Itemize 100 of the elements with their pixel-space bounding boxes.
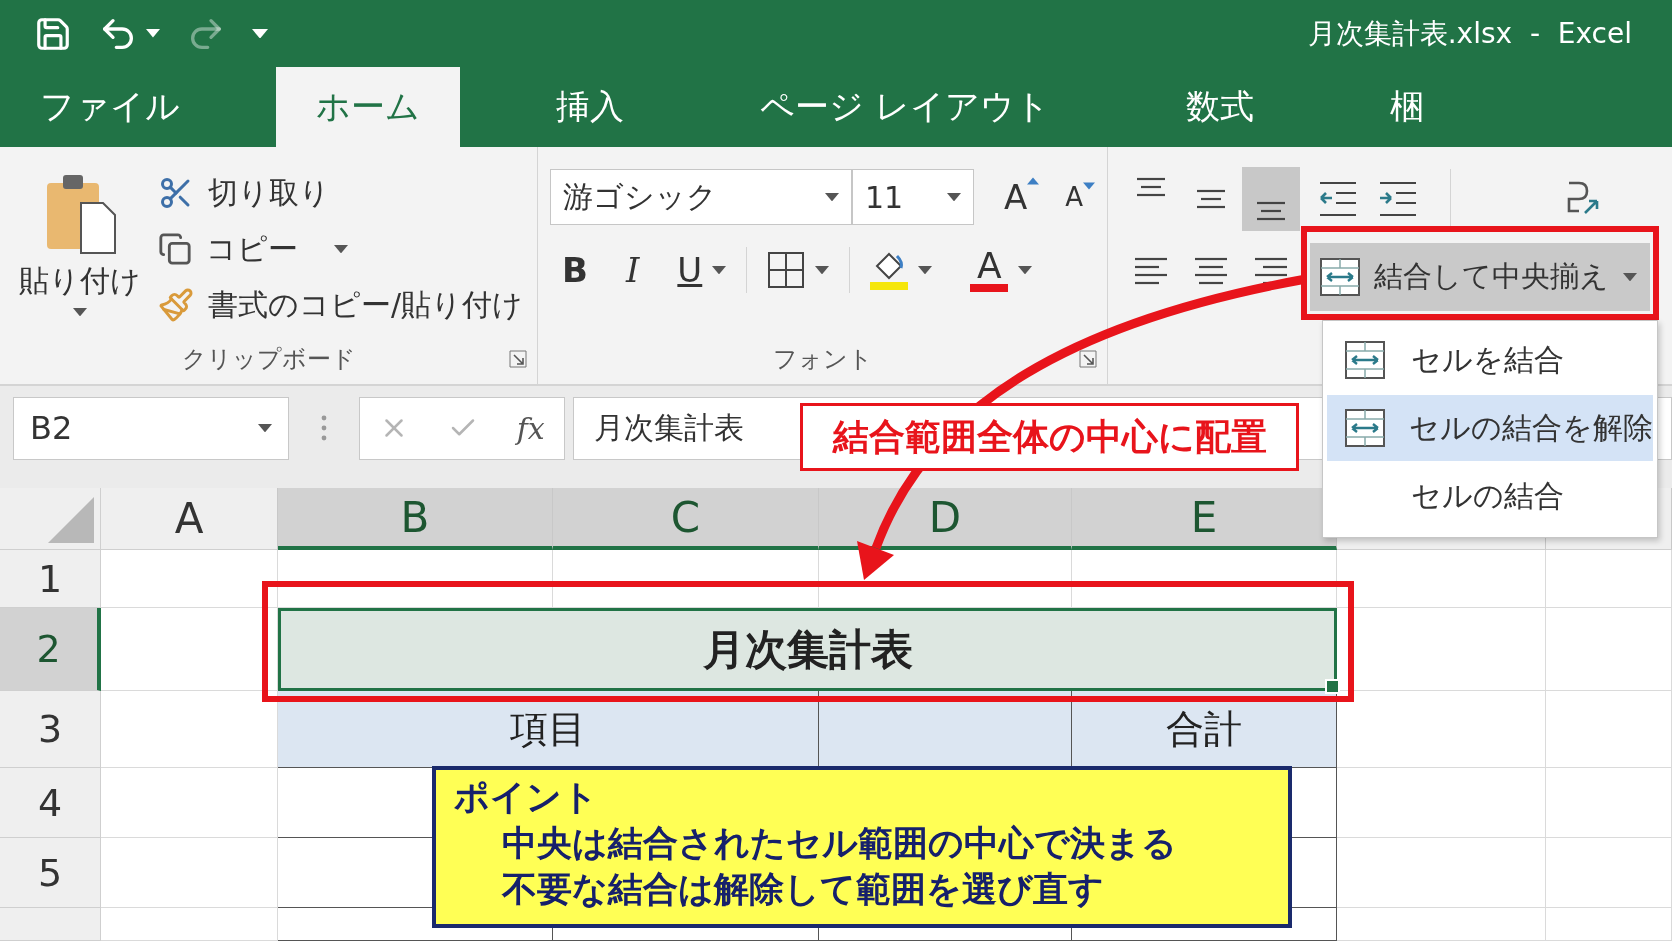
down-triangle-icon (1083, 182, 1096, 190)
note-text: 中央は結合されたセル範囲の中心で決まる (501, 822, 1178, 865)
font-color-button[interactable]: A (958, 248, 1045, 292)
menu-item-label: セルの結合を解除 (1409, 408, 1653, 447)
grid-cell[interactable] (1337, 550, 1546, 608)
formula-text: 月次集計表 (594, 408, 744, 447)
align-top-icon (1134, 177, 1168, 197)
ribbon-tab[interactable]: ページ レイアウト (720, 67, 1090, 147)
merge-center-button[interactable]: 結合して中央揃え (1310, 243, 1650, 311)
fill-handle[interactable] (1325, 679, 1340, 694)
grow-font-button[interactable]: A (994, 177, 1050, 217)
grid-cell[interactable] (1072, 550, 1337, 608)
align-center-icon (1194, 257, 1228, 285)
font-size-dropdown[interactable]: 11 (852, 169, 974, 225)
caret-icon (258, 423, 272, 433)
grid-cell[interactable] (1546, 908, 1672, 941)
grid-cell[interactable] (1546, 608, 1672, 691)
dialog-launcher-icon[interactable] (509, 350, 527, 368)
underline-button[interactable]: U (665, 250, 739, 290)
dialog-launcher-icon[interactable] (1079, 350, 1097, 368)
caret-icon (1018, 265, 1033, 275)
row-header[interactable]: 3 (0, 691, 101, 768)
grid-cell[interactable] (101, 550, 278, 608)
font-size-value: 11 (865, 179, 904, 215)
column-header[interactable]: B (278, 488, 553, 550)
row-header[interactable]: 2 (0, 608, 101, 691)
align-button[interactable] (1242, 167, 1300, 231)
grid-icon (767, 251, 806, 289)
menu-item[interactable]: セルの結合を解除 (1327, 395, 1653, 461)
font-name-value: 游ゴシック (563, 177, 717, 216)
note-text: 不要な結合は解除して範囲を選び直す (500, 868, 1105, 911)
row-header[interactable]: 5 (0, 838, 101, 908)
copy-button[interactable]: コピー (152, 221, 530, 277)
row-header[interactable]: 1 (0, 550, 101, 608)
caret-icon (947, 192, 961, 202)
ribbon-tab[interactable]: 梱 (1349, 67, 1464, 147)
caret-icon (73, 308, 87, 317)
name-box[interactable]: B2 (13, 396, 289, 460)
copy-label: コピー (206, 229, 298, 268)
merge-center-label: 結合して中央揃え (1374, 258, 1609, 295)
column-header[interactable]: D (819, 488, 1072, 550)
grid-cell[interactable] (553, 550, 819, 608)
grid-cell[interactable] (1337, 838, 1546, 908)
paste-button[interactable]: 貼り付け (18, 161, 142, 334)
column-header[interactable]: E (1072, 488, 1337, 550)
column-header[interactable]: C (553, 488, 819, 550)
color-bar (870, 282, 909, 290)
grid-cell[interactable] (1546, 838, 1672, 908)
grid-cell[interactable] (278, 550, 553, 608)
grid-cell[interactable] (1546, 691, 1672, 768)
corner-triangle-icon (48, 497, 94, 543)
caret-icon (918, 265, 933, 275)
align-left-icon (1134, 257, 1168, 285)
grid-cell[interactable] (101, 908, 278, 941)
align-middle-icon (1194, 189, 1228, 209)
grid-cell[interactable] (1546, 768, 1672, 838)
caret-icon (146, 29, 160, 38)
grid-cell[interactable] (1337, 608, 1546, 691)
ribbon-tab[interactable]: 挿入 (516, 67, 664, 147)
caret-icon (815, 265, 830, 275)
paintbrush-icon (158, 287, 194, 323)
bold-button[interactable]: B (550, 250, 600, 290)
grid-cell[interactable] (1546, 550, 1672, 608)
window-title: 月次集計表.xlsx - Excel (1307, 15, 1632, 52)
ribbon-tab[interactable]: 数式 (1145, 67, 1294, 147)
grid-cell[interactable] (1337, 908, 1546, 941)
note-title: ポイント (454, 776, 599, 819)
ribbon-tab[interactable]: ホーム (276, 67, 460, 147)
format-painter-button[interactable]: 書式のコピー/貼り付け (152, 277, 530, 333)
cut-button[interactable]: 切り取り (152, 165, 530, 221)
row-header[interactable]: 4 (0, 768, 101, 838)
cell-text: 月次集計表 (702, 623, 913, 676)
font-name-dropdown[interactable]: 游ゴシック (550, 169, 852, 225)
copy-icon (158, 232, 192, 266)
grid-cell[interactable] (1337, 691, 1546, 768)
caret-icon (1623, 272, 1637, 282)
grid-cell[interactable] (101, 608, 278, 691)
column-header[interactable]: A (101, 488, 278, 550)
color-bar (970, 284, 1009, 292)
increase-indent-icon (1378, 181, 1418, 217)
menu-item-label: セルの結合 (1411, 476, 1564, 515)
grid-cell[interactable] (101, 838, 278, 908)
grid-cell[interactable] (101, 691, 278, 768)
insert-function-button[interactable]: fx (516, 410, 545, 446)
customize-button[interactable] (252, 28, 268, 39)
grid-cell[interactable] (1337, 768, 1546, 838)
cell-reference: B2 (30, 409, 73, 447)
caret-icon (825, 192, 839, 202)
grid-cell[interactable] (101, 768, 278, 838)
callout-label: 結合範囲全体の中心に配置 (800, 403, 1299, 471)
group-label: フォント (772, 344, 873, 375)
ribbon-tab[interactable]: ファイル (0, 67, 220, 147)
caret-icon (252, 28, 268, 39)
menu-item[interactable]: セルを結合 (1327, 327, 1653, 393)
shrink-font-button[interactable]: A (1055, 182, 1106, 212)
merge-cells-icon (1345, 341, 1385, 379)
italic-button[interactable]: I (613, 250, 652, 290)
align-bottom-icon (1254, 201, 1288, 221)
caret-icon (334, 244, 348, 254)
merged-cell[interactable]: 月次集計表 (278, 608, 1337, 691)
